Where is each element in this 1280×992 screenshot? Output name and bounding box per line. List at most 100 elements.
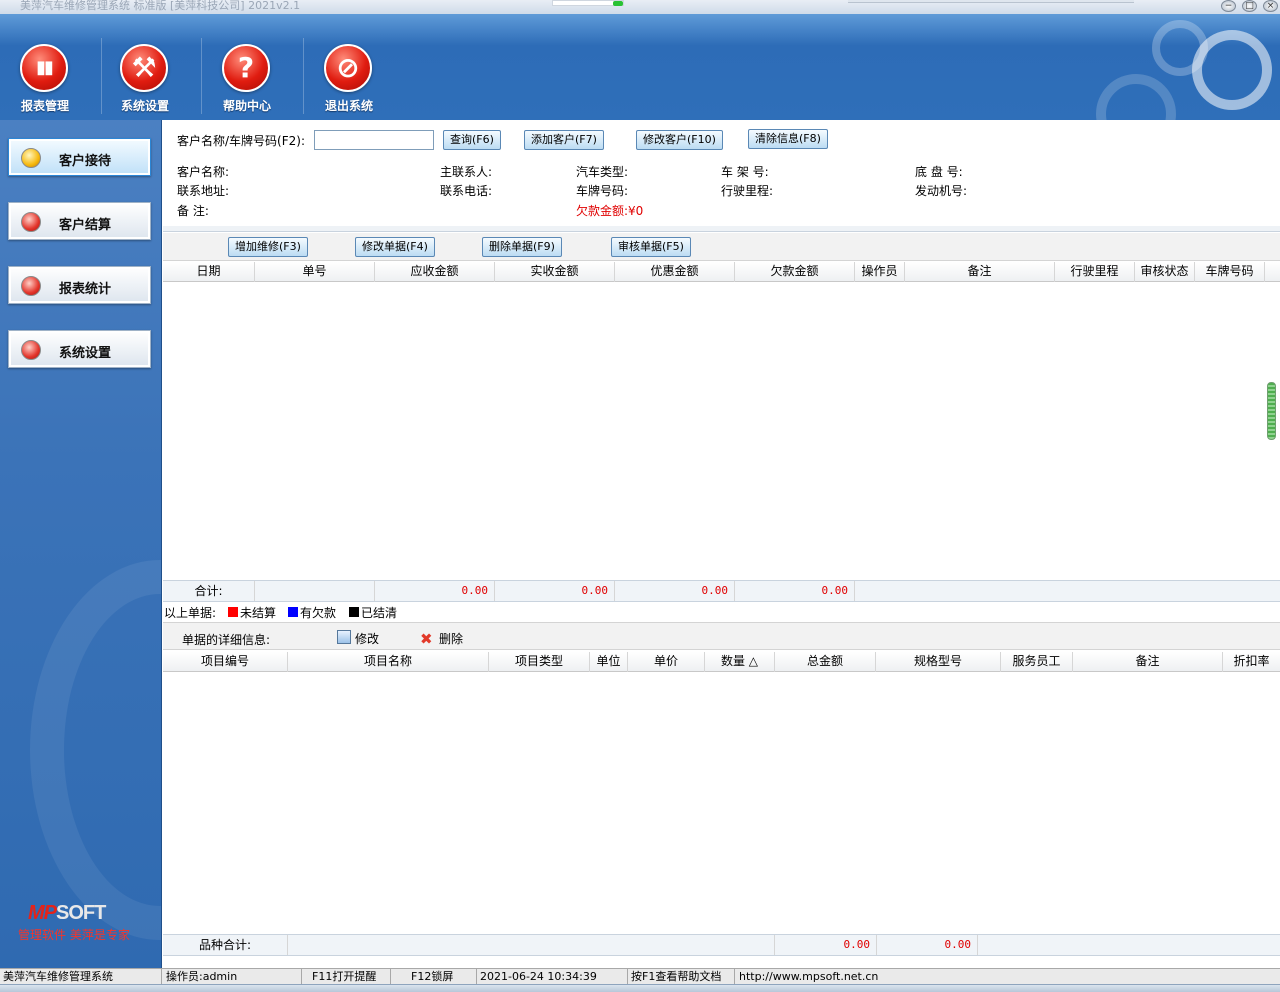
column-header[interactable]: 单价 — [628, 652, 705, 672]
column-header[interactable]: 折扣率 — [1223, 652, 1280, 672]
maximize-button[interactable]: □ — [1242, 0, 1257, 12]
sidebar-item-customer-reception[interactable]: 客户接待 — [8, 138, 151, 176]
status-f11-reminder[interactable]: F11打开提醒 — [302, 969, 391, 985]
column-header[interactable]: 欠款金额 — [735, 262, 855, 282]
column-header[interactable]: 单位 — [590, 652, 628, 672]
column-header[interactable]: 备注 — [1073, 652, 1223, 672]
add-repair-button[interactable]: 增加维修(F3) — [228, 237, 308, 257]
column-header[interactable]: 操作员 — [855, 262, 905, 282]
column-header[interactable]: 规格型号 — [876, 652, 1001, 672]
legend-prefix: 以上单据: — [164, 606, 217, 620]
column-header[interactable]: 备注 — [905, 262, 1055, 282]
legend-swatch-blue — [288, 607, 298, 617]
column-header[interactable]: 项目编号 — [163, 652, 288, 672]
minimize-button[interactable]: − — [1221, 0, 1236, 12]
address-label: 联系地址: — [177, 184, 230, 198]
detail-table-body[interactable] — [163, 673, 1280, 933]
total-label: 合计: — [163, 581, 255, 601]
add-customer-button[interactable]: 添加客户(F7) — [524, 130, 604, 150]
column-header[interactable]: 应收金额 — [375, 262, 495, 282]
top-toolbar: ▮▮ 报表管理 ⚒ 系统设置 ? 帮助中心 ⊘ 退出系统 — [0, 14, 1280, 120]
total-debt: 0.00 — [735, 581, 855, 601]
toolbar-label: 帮助中心 — [222, 99, 271, 113]
column-header[interactable]: 车牌号码 — [1195, 262, 1265, 282]
remark-label: 备 注: — [177, 204, 209, 218]
column-header[interactable]: 数量 △ — [705, 652, 775, 672]
sidebar-item-report-statistics[interactable]: 报表统计 — [8, 266, 151, 304]
status-url[interactable]: http://www.mpsoft.net.cn — [736, 969, 1280, 985]
legend-label: 已结清 — [361, 606, 398, 620]
status-datetime: 2021-06-24 10:34:39 — [477, 969, 628, 985]
detail-table-header: 项目编号 项目名称 项目类型 单位 单价 数量 △ 总金额 规格型号 服务员工 … — [163, 652, 1280, 672]
column-header[interactable]: 项目类型 — [489, 652, 590, 672]
phone-label: 联系电话: — [440, 184, 493, 198]
column-header[interactable]: 行驶里程 — [1055, 262, 1135, 282]
close-button[interactable]: × — [1263, 0, 1278, 12]
logo-ring-decoration — [1096, 74, 1176, 120]
sidebar: 客户接待 客户结算 报表统计 系统设置 MPSOFT 管理软件 美萍是专家 — [0, 120, 162, 968]
plate-number-label: 车牌号码: — [576, 184, 629, 198]
column-header[interactable]: 优惠金额 — [615, 262, 735, 282]
detail-total-label: 品种合计: — [163, 935, 288, 955]
legend-swatch-red — [228, 607, 238, 617]
edit-icon[interactable] — [337, 630, 351, 644]
column-header[interactable]: 服务员工 — [1001, 652, 1073, 672]
status-f12-lock[interactable]: F12锁屏 — [391, 969, 477, 985]
contact-person-label: 主联系人: — [440, 165, 493, 179]
sidebar-decoration — [30, 560, 161, 940]
delete-icon[interactable]: ✖ — [420, 630, 433, 648]
mileage-label: 行驶里程: — [721, 184, 774, 198]
section-divider — [163, 226, 1280, 232]
total-amount: 0.00 — [877, 935, 978, 955]
help-icon: ? — [222, 44, 270, 92]
status-legend: 以上单据: 未结算 有欠款 已结清 — [163, 602, 1280, 622]
toolbar-exit-system[interactable]: ⊘ 退出系统 — [304, 14, 406, 120]
sidebar-item-system-settings[interactable]: 系统设置 — [8, 330, 151, 368]
column-header[interactable]: 总金额 — [775, 652, 876, 672]
toolbar-label: 报表管理 — [20, 99, 69, 113]
edit-order-button[interactable]: 修改单据(F4) — [355, 237, 435, 257]
mpsoft-logo: MPSOFT — [28, 902, 106, 924]
clear-info-button[interactable]: 清除信息(F8) — [748, 129, 828, 149]
toolbar-help-center[interactable]: ? 帮助中心 — [202, 14, 304, 120]
exit-icon: ⊘ — [324, 44, 372, 92]
status-bar: 美萍汽车维修管理系统 操作员:admin F11打开提醒 F12锁屏 2021-… — [0, 968, 1280, 985]
column-header[interactable]: 单号 — [255, 262, 375, 282]
sidebar-item-label: 客户接待 — [59, 154, 112, 169]
customer-info-panel: 客户名称: 联系地址: 备 注: 主联系人: 联系电话: 汽车类型: 车牌号码:… — [163, 158, 1280, 230]
detail-total-row: 品种合计: 0.00 0.00 — [163, 934, 1280, 956]
scrollbar-thumb[interactable] — [1267, 382, 1276, 440]
frame-number-label: 车 架 号: — [721, 165, 769, 179]
column-header[interactable]: 审核状态 — [1135, 262, 1195, 282]
column-header[interactable]: 日期 — [163, 262, 255, 282]
column-header[interactable]: 实收金额 — [495, 262, 615, 282]
sidebar-item-customer-settlement[interactable]: 客户结算 — [8, 202, 151, 240]
loading-indicator — [552, 0, 624, 6]
orders-total-row: 合计: 0.00 0.00 0.00 0.00 — [163, 580, 1280, 602]
edit-customer-button[interactable]: 修改客户(F10) — [636, 130, 723, 150]
logo-ring-decoration — [1152, 20, 1208, 76]
audit-order-button[interactable]: 审核单据(F5) — [611, 237, 691, 257]
customer-name-label: 客户名称: — [177, 165, 230, 179]
detail-delete-button[interactable]: 删除 — [439, 630, 463, 647]
search-label: 客户名称/车牌号码(F2): — [177, 134, 305, 148]
total-discount: 0.00 — [615, 581, 735, 601]
customer-search-input[interactable] — [314, 130, 434, 150]
detail-edit-button[interactable]: 修改 — [355, 630, 379, 647]
status-operator: 操作员:admin — [163, 969, 302, 985]
column-header[interactable]: 项目名称 — [288, 652, 489, 672]
toolbar-system-settings[interactable]: ⚒ 系统设置 — [100, 14, 202, 120]
toolbar-label: 退出系统 — [324, 99, 373, 113]
query-button[interactable]: 查询(F6) — [443, 130, 501, 150]
delete-order-button[interactable]: 删除单据(F9) — [482, 237, 562, 257]
title-bar: 美萍汽车维修管理系统 标准版 [美萍科技公司] 2021v2.1 − □ × — [0, 0, 1280, 14]
toolbar-report-management[interactable]: ▮▮ 报表管理 — [0, 14, 102, 120]
toolbar-label: 系统设置 — [120, 99, 169, 113]
total-receivable: 0.00 — [375, 581, 495, 601]
orders-table-body[interactable] — [163, 283, 1280, 579]
sidebar-item-label: 客户结算 — [59, 218, 112, 233]
orders-table-header: 日期 单号 应收金额 实收金额 优惠金额 欠款金额 操作员 备注 行驶里程 审核… — [163, 262, 1280, 282]
detail-title: 单据的详细信息: — [182, 633, 271, 647]
chassis-number-label: 底 盘 号: — [915, 165, 963, 179]
legend-label: 未结算 — [240, 606, 277, 620]
